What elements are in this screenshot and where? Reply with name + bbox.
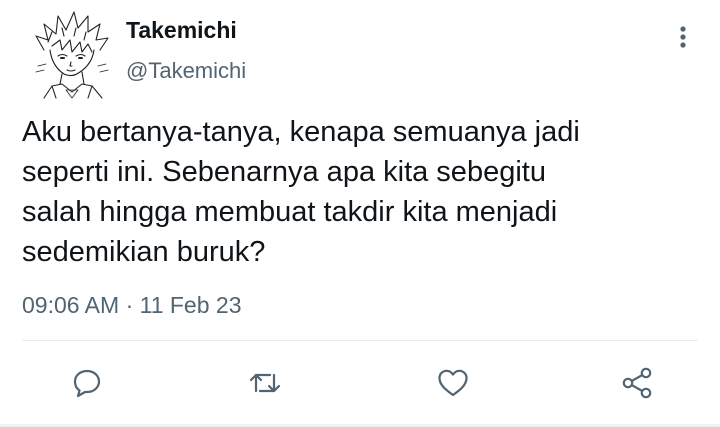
display-name[interactable]: Takemichi <box>126 16 237 44</box>
like-button[interactable] <box>436 366 470 400</box>
speech-bubble-icon <box>73 369 101 398</box>
anime-sketch-avatar-icon <box>35 11 109 99</box>
tweet-timestamp[interactable]: 09:06 AM · 11 Feb 23 <box>22 290 242 320</box>
more-options-button[interactable] <box>668 22 698 52</box>
tweet-text: Aku bertanya-tanya, kenapa semuanya jadi… <box>22 116 580 268</box>
reply-button[interactable] <box>70 366 104 400</box>
retweet-button[interactable] <box>248 366 282 400</box>
avatar[interactable] <box>22 6 118 102</box>
divider <box>22 340 698 341</box>
heart-icon <box>438 369 468 397</box>
share-button[interactable] <box>620 366 654 400</box>
share-icon <box>622 367 652 399</box>
vertical-ellipsis-icon <box>680 26 686 48</box>
tweet-card: Takemichi @Takemichi Aku bertanya-tanya,… <box>0 0 720 427</box>
retweet-icon <box>249 373 281 393</box>
user-handle[interactable]: @Takemichi <box>126 57 246 85</box>
